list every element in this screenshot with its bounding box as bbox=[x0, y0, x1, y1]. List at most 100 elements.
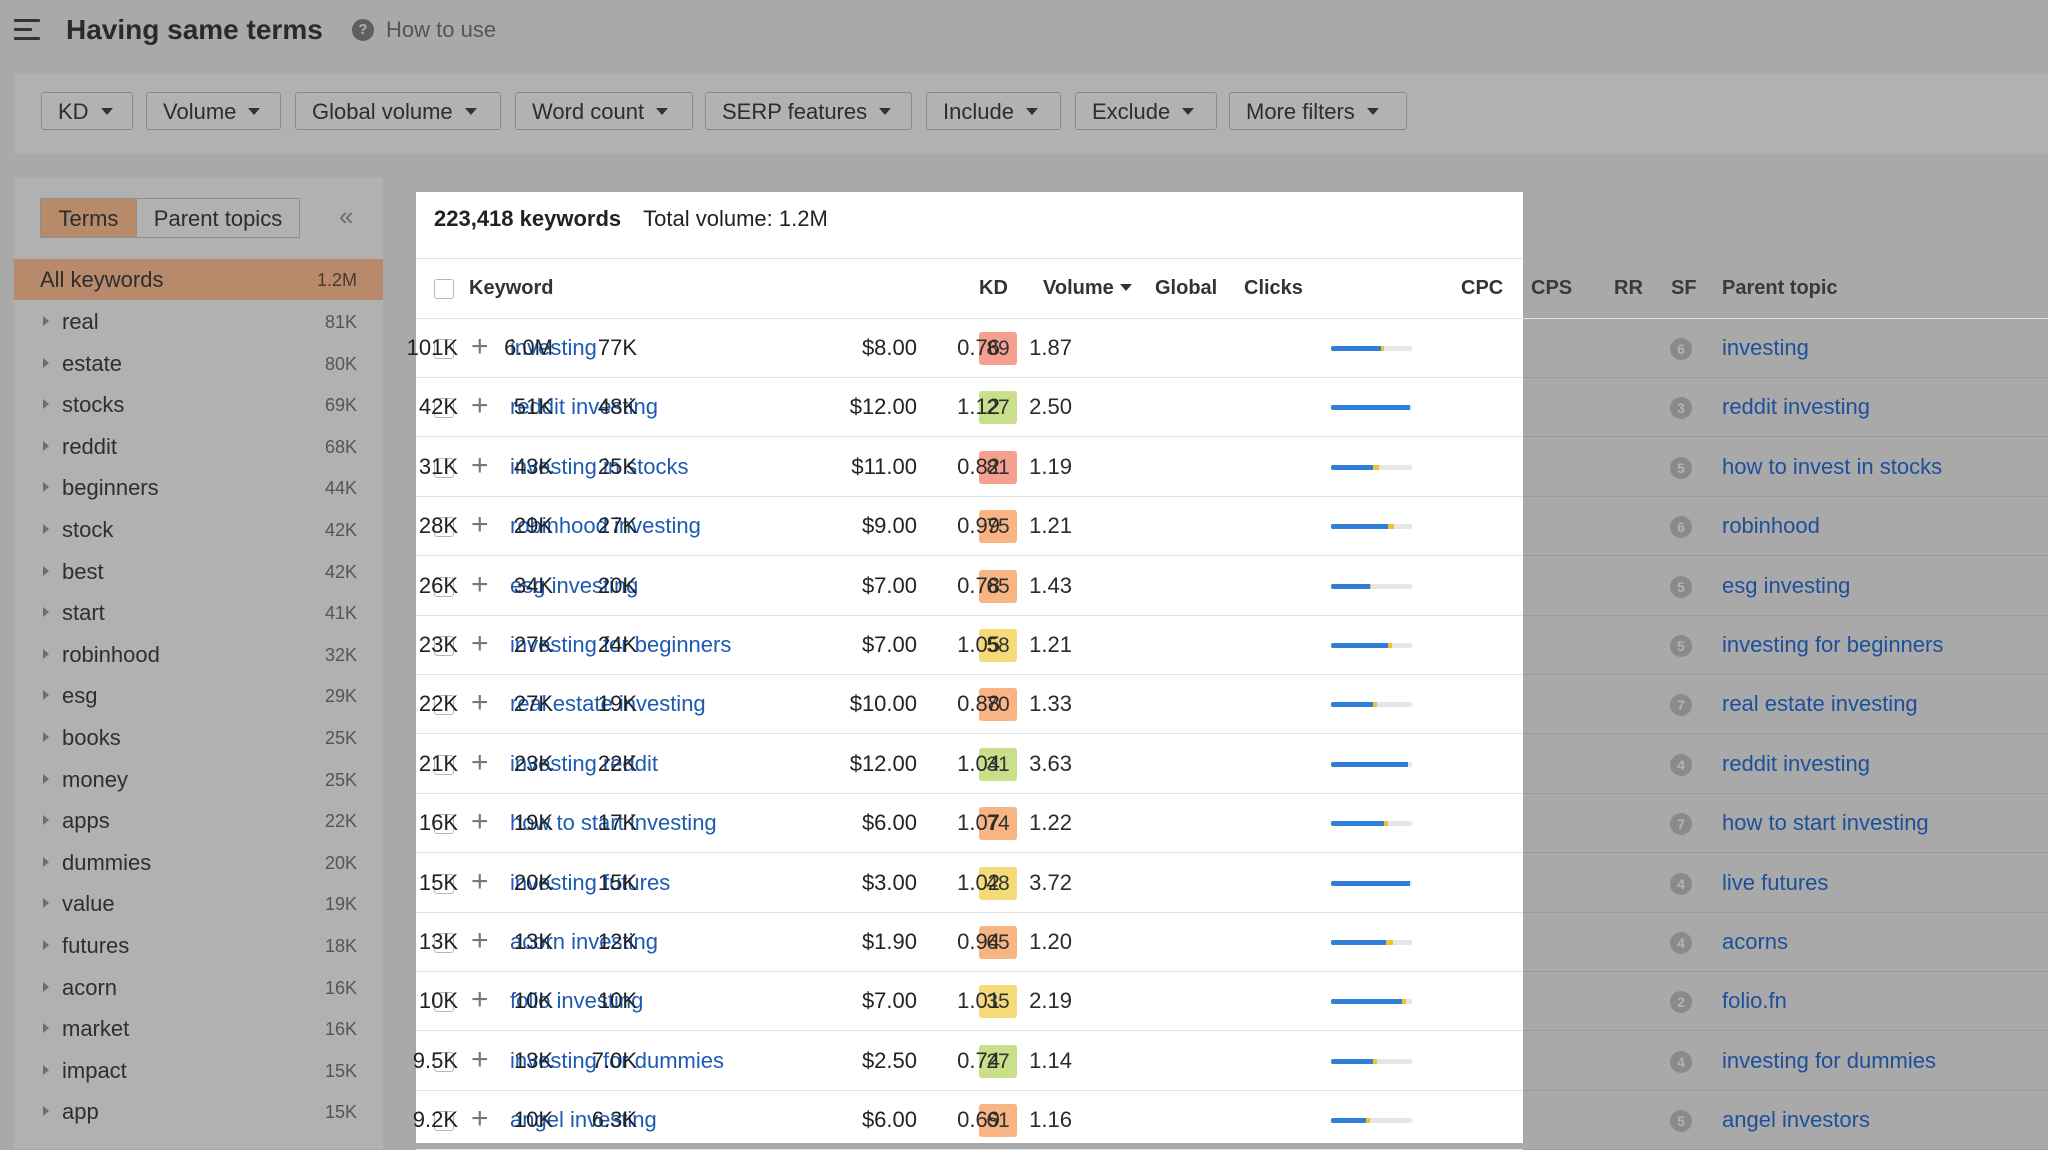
parent-topic-link[interactable]: investing for dummies bbox=[1722, 1048, 1936, 1074]
serp-features-badge[interactable]: 5 bbox=[1670, 1110, 1692, 1133]
sidebar-item-estate[interactable]: estate 80K bbox=[14, 343, 383, 384]
serp-features-badge[interactable]: 6 bbox=[1670, 516, 1692, 539]
sidebar-item-beginners[interactable]: beginners 44K bbox=[14, 467, 383, 508]
sidebar-item-money[interactable]: money 25K bbox=[14, 759, 383, 800]
add-to-list-icon[interactable]: + bbox=[471, 568, 489, 602]
sidebar-item-robinhood[interactable]: robinhood 32K bbox=[14, 634, 383, 675]
parent-topic-link[interactable]: reddit investing bbox=[1722, 751, 1870, 777]
add-to-list-icon[interactable]: + bbox=[471, 805, 489, 839]
add-to-list-icon[interactable]: + bbox=[471, 746, 489, 780]
column-header-parent-topic[interactable]: Parent topic bbox=[1722, 277, 1838, 300]
chevron-right-icon[interactable] bbox=[43, 1064, 49, 1075]
serp-features-badge[interactable]: 4 bbox=[1670, 872, 1692, 895]
parent-topic-link[interactable]: how to start investing bbox=[1722, 810, 1929, 836]
serp-features-badge[interactable]: 4 bbox=[1670, 932, 1692, 954]
sidebar-item-esg[interactable]: esg 29K bbox=[14, 675, 383, 716]
column-header-cpc[interactable]: CPC bbox=[1461, 277, 1503, 300]
parent-topic-link[interactable]: folio.fn bbox=[1722, 988, 1787, 1014]
filter-word-count-button[interactable]: Word count bbox=[515, 92, 693, 130]
column-header-clicks[interactable]: Clicks bbox=[1244, 277, 1303, 300]
column-header-global[interactable]: Global bbox=[1155, 277, 1217, 300]
add-to-list-icon[interactable]: + bbox=[471, 1102, 489, 1136]
parent-topic-link[interactable]: investing bbox=[1722, 335, 1809, 361]
chevron-right-icon[interactable] bbox=[43, 815, 49, 826]
serp-features-badge[interactable]: 5 bbox=[1670, 635, 1692, 657]
chevron-right-icon[interactable] bbox=[43, 607, 49, 618]
add-to-list-icon[interactable]: + bbox=[471, 983, 489, 1017]
filter-volume-button[interactable]: Volume bbox=[146, 92, 281, 130]
sidebar-item-futures[interactable]: futures 18K bbox=[14, 925, 383, 966]
column-header-cps[interactable]: CPS bbox=[1531, 277, 1572, 300]
add-to-list-icon[interactable]: + bbox=[471, 508, 489, 542]
tab-terms[interactable]: Terms bbox=[40, 198, 137, 238]
sidebar-item-value[interactable]: value 19K bbox=[14, 883, 383, 924]
add-to-list-icon[interactable]: + bbox=[471, 330, 489, 364]
serp-features-badge[interactable]: 7 bbox=[1670, 813, 1692, 836]
serp-features-badge[interactable]: 2 bbox=[1670, 991, 1692, 1014]
sidebar-item-stock[interactable]: stock 42K bbox=[14, 509, 383, 550]
hamburger-menu-icon[interactable] bbox=[14, 19, 40, 41]
chevron-right-icon[interactable] bbox=[43, 357, 49, 368]
add-to-list-icon[interactable]: + bbox=[471, 865, 489, 899]
sidebar-item-acorn[interactable]: acorn 16K bbox=[14, 967, 383, 1008]
sidebar-item-market[interactable]: market 16K bbox=[14, 1008, 383, 1049]
filter-kd-button[interactable]: KD bbox=[41, 92, 133, 130]
parent-topic-link[interactable]: reddit investing bbox=[1722, 394, 1870, 420]
add-to-list-icon[interactable]: + bbox=[471, 389, 489, 423]
sidebar-item-real[interactable]: real 81K bbox=[14, 301, 383, 342]
sidebar-item-dummies[interactable]: dummies 20K bbox=[14, 842, 383, 883]
parent-topic-link[interactable]: live futures bbox=[1722, 870, 1828, 896]
chevron-right-icon[interactable] bbox=[43, 482, 49, 493]
serp-features-badge[interactable]: 4 bbox=[1670, 1050, 1692, 1073]
parent-topic-link[interactable]: investing for beginners bbox=[1722, 632, 1943, 658]
sidebar-item-start[interactable]: start 41K bbox=[14, 592, 383, 633]
column-header-rr[interactable]: RR bbox=[1614, 277, 1643, 300]
serp-features-badge[interactable]: 5 bbox=[1670, 456, 1692, 479]
chevron-right-icon[interactable] bbox=[43, 856, 49, 867]
add-to-list-icon[interactable]: + bbox=[471, 627, 489, 661]
sidebar-item-reddit[interactable]: reddit 68K bbox=[14, 426, 383, 467]
parent-topic-link[interactable]: acorns bbox=[1722, 929, 1788, 955]
filter-serp-features-button[interactable]: SERP features bbox=[705, 92, 912, 130]
collapse-sidebar-icon[interactable]: « bbox=[339, 203, 353, 229]
chevron-right-icon[interactable] bbox=[43, 1106, 49, 1117]
sidebar-item-books[interactable]: books 25K bbox=[14, 717, 383, 758]
parent-topic-link[interactable]: robinhood bbox=[1722, 513, 1820, 539]
serp-features-badge[interactable]: 6 bbox=[1670, 338, 1692, 360]
chevron-right-icon[interactable] bbox=[43, 1023, 49, 1034]
serp-features-badge[interactable]: 4 bbox=[1670, 753, 1692, 776]
filter-global-volume-button[interactable]: Global volume bbox=[295, 92, 501, 130]
sidebar-item-best[interactable]: best 42K bbox=[14, 551, 383, 592]
column-header-kd[interactable]: KD bbox=[979, 277, 1008, 300]
tab-parent-topics[interactable]: Parent topics bbox=[136, 198, 300, 238]
serp-features-badge[interactable]: 5 bbox=[1670, 575, 1692, 598]
serp-features-badge[interactable]: 7 bbox=[1670, 694, 1692, 717]
filter-more-filters-button[interactable]: More filters bbox=[1229, 92, 1407, 130]
how-to-use-link[interactable]: How to use bbox=[386, 17, 496, 43]
chevron-right-icon[interactable] bbox=[43, 773, 49, 784]
filter-exclude-button[interactable]: Exclude bbox=[1075, 92, 1217, 130]
chevron-right-icon[interactable] bbox=[43, 940, 49, 950]
sidebar-item-impact[interactable]: impact 15K bbox=[14, 1050, 383, 1091]
chevron-right-icon[interactable] bbox=[43, 898, 49, 909]
chevron-right-icon[interactable] bbox=[43, 648, 49, 659]
chevron-right-icon[interactable] bbox=[43, 732, 49, 742]
filter-include-button[interactable]: Include bbox=[926, 92, 1061, 130]
column-header-keyword[interactable]: Keyword bbox=[469, 277, 553, 300]
chevron-right-icon[interactable] bbox=[43, 440, 49, 451]
add-to-list-icon[interactable]: + bbox=[471, 924, 489, 958]
parent-topic-link[interactable]: angel investors bbox=[1722, 1107, 1870, 1133]
chevron-right-icon[interactable] bbox=[43, 981, 49, 992]
chevron-right-icon[interactable] bbox=[43, 524, 49, 534]
chevron-right-icon[interactable] bbox=[43, 316, 49, 326]
sidebar-item-all-keywords[interactable]: All keywords 1.2M bbox=[14, 259, 383, 300]
parent-topic-link[interactable]: how to invest in stocks bbox=[1722, 454, 1942, 480]
chevron-right-icon[interactable] bbox=[43, 565, 49, 576]
chevron-right-icon[interactable] bbox=[43, 690, 49, 701]
add-to-list-icon[interactable]: + bbox=[471, 449, 489, 483]
sidebar-item-app[interactable]: app 15K bbox=[14, 1091, 383, 1132]
select-all-checkbox[interactable] bbox=[434, 279, 454, 299]
sidebar-item-apps[interactable]: apps 22K bbox=[14, 800, 383, 841]
parent-topic-link[interactable]: real estate investing bbox=[1722, 691, 1918, 717]
parent-topic-link[interactable]: esg investing bbox=[1722, 573, 1850, 599]
